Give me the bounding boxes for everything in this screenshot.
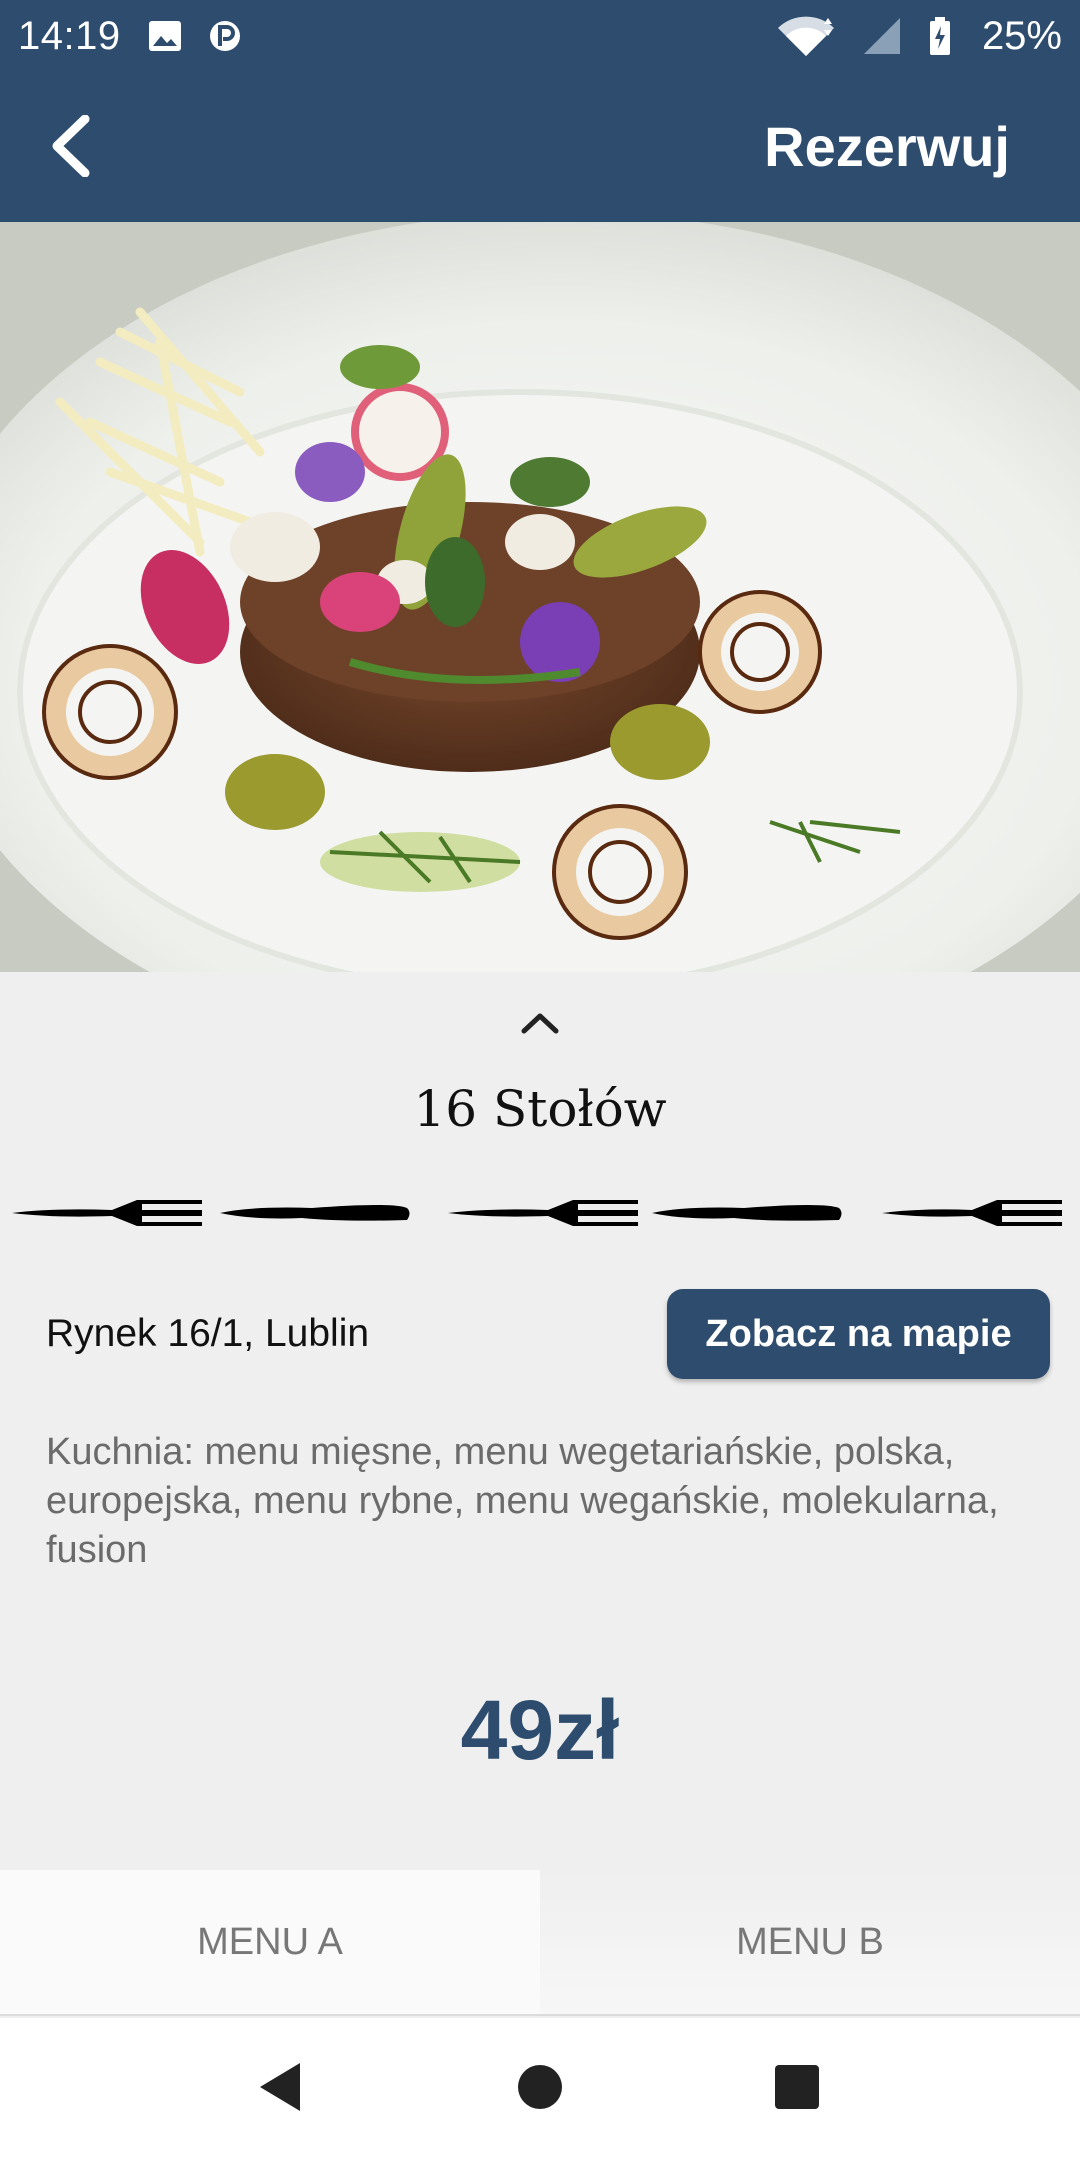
rating-cutlery xyxy=(12,1188,1068,1238)
status-time: 14:19 xyxy=(18,13,121,58)
wifi-icon xyxy=(776,16,836,56)
status-right: 25% xyxy=(776,14,1062,59)
show-on-map-button[interactable]: Zobacz na mapie xyxy=(667,1289,1050,1379)
fork-icon xyxy=(448,1200,638,1226)
fork-icon xyxy=(882,1200,1062,1226)
tab-menu-a[interactable]: MENU A xyxy=(0,1870,540,2014)
address-text: Rynek 16/1, Lublin xyxy=(46,1312,370,1355)
tab-menu-b[interactable]: MENU B xyxy=(540,1870,1080,2014)
price-text: 49zł xyxy=(460,1683,620,1777)
hero-image xyxy=(0,222,1080,972)
status-bar: 14:19 25% xyxy=(0,0,1080,72)
home-circle-icon xyxy=(517,2064,563,2115)
knife-icon xyxy=(220,1205,410,1221)
reserve-button[interactable]: Rezerwuj xyxy=(764,112,1010,182)
chevron-up-icon xyxy=(520,1011,560,1040)
system-nav-bar xyxy=(0,2018,1080,2160)
nav-home-button[interactable] xyxy=(505,2054,575,2124)
back-triangle-icon xyxy=(256,2061,304,2118)
chevron-left-icon xyxy=(47,114,93,182)
status-left: 14:19 xyxy=(18,14,241,59)
nav-back-button[interactable] xyxy=(245,2054,315,2124)
parking-icon xyxy=(209,18,241,54)
cuisine-text: Kuchnia: menu mięsne, menu wegetariański… xyxy=(46,1431,999,1571)
knife-icon xyxy=(652,1205,842,1221)
app-bar: Rezerwuj xyxy=(0,72,1080,222)
restaurant-details: 16 Stołów Rynek 16/1, Lublin Zobacz na m… xyxy=(0,972,1080,1870)
battery-percentage: 25% xyxy=(981,13,1062,58)
menu-tabs: MENU A MENU B xyxy=(0,1870,1080,2016)
signal-icon xyxy=(862,16,902,56)
collapse-toggle[interactable] xyxy=(510,1000,570,1050)
nav-recents-button[interactable] xyxy=(762,2054,832,2124)
recents-square-icon xyxy=(774,2064,820,2115)
back-button[interactable] xyxy=(30,108,110,188)
food-dish-photo xyxy=(0,222,1080,972)
fork-icon xyxy=(12,1200,202,1226)
restaurant-name: 16 Stołów xyxy=(413,1080,667,1138)
image-icon xyxy=(147,18,183,54)
battery-charging-icon xyxy=(928,16,952,56)
